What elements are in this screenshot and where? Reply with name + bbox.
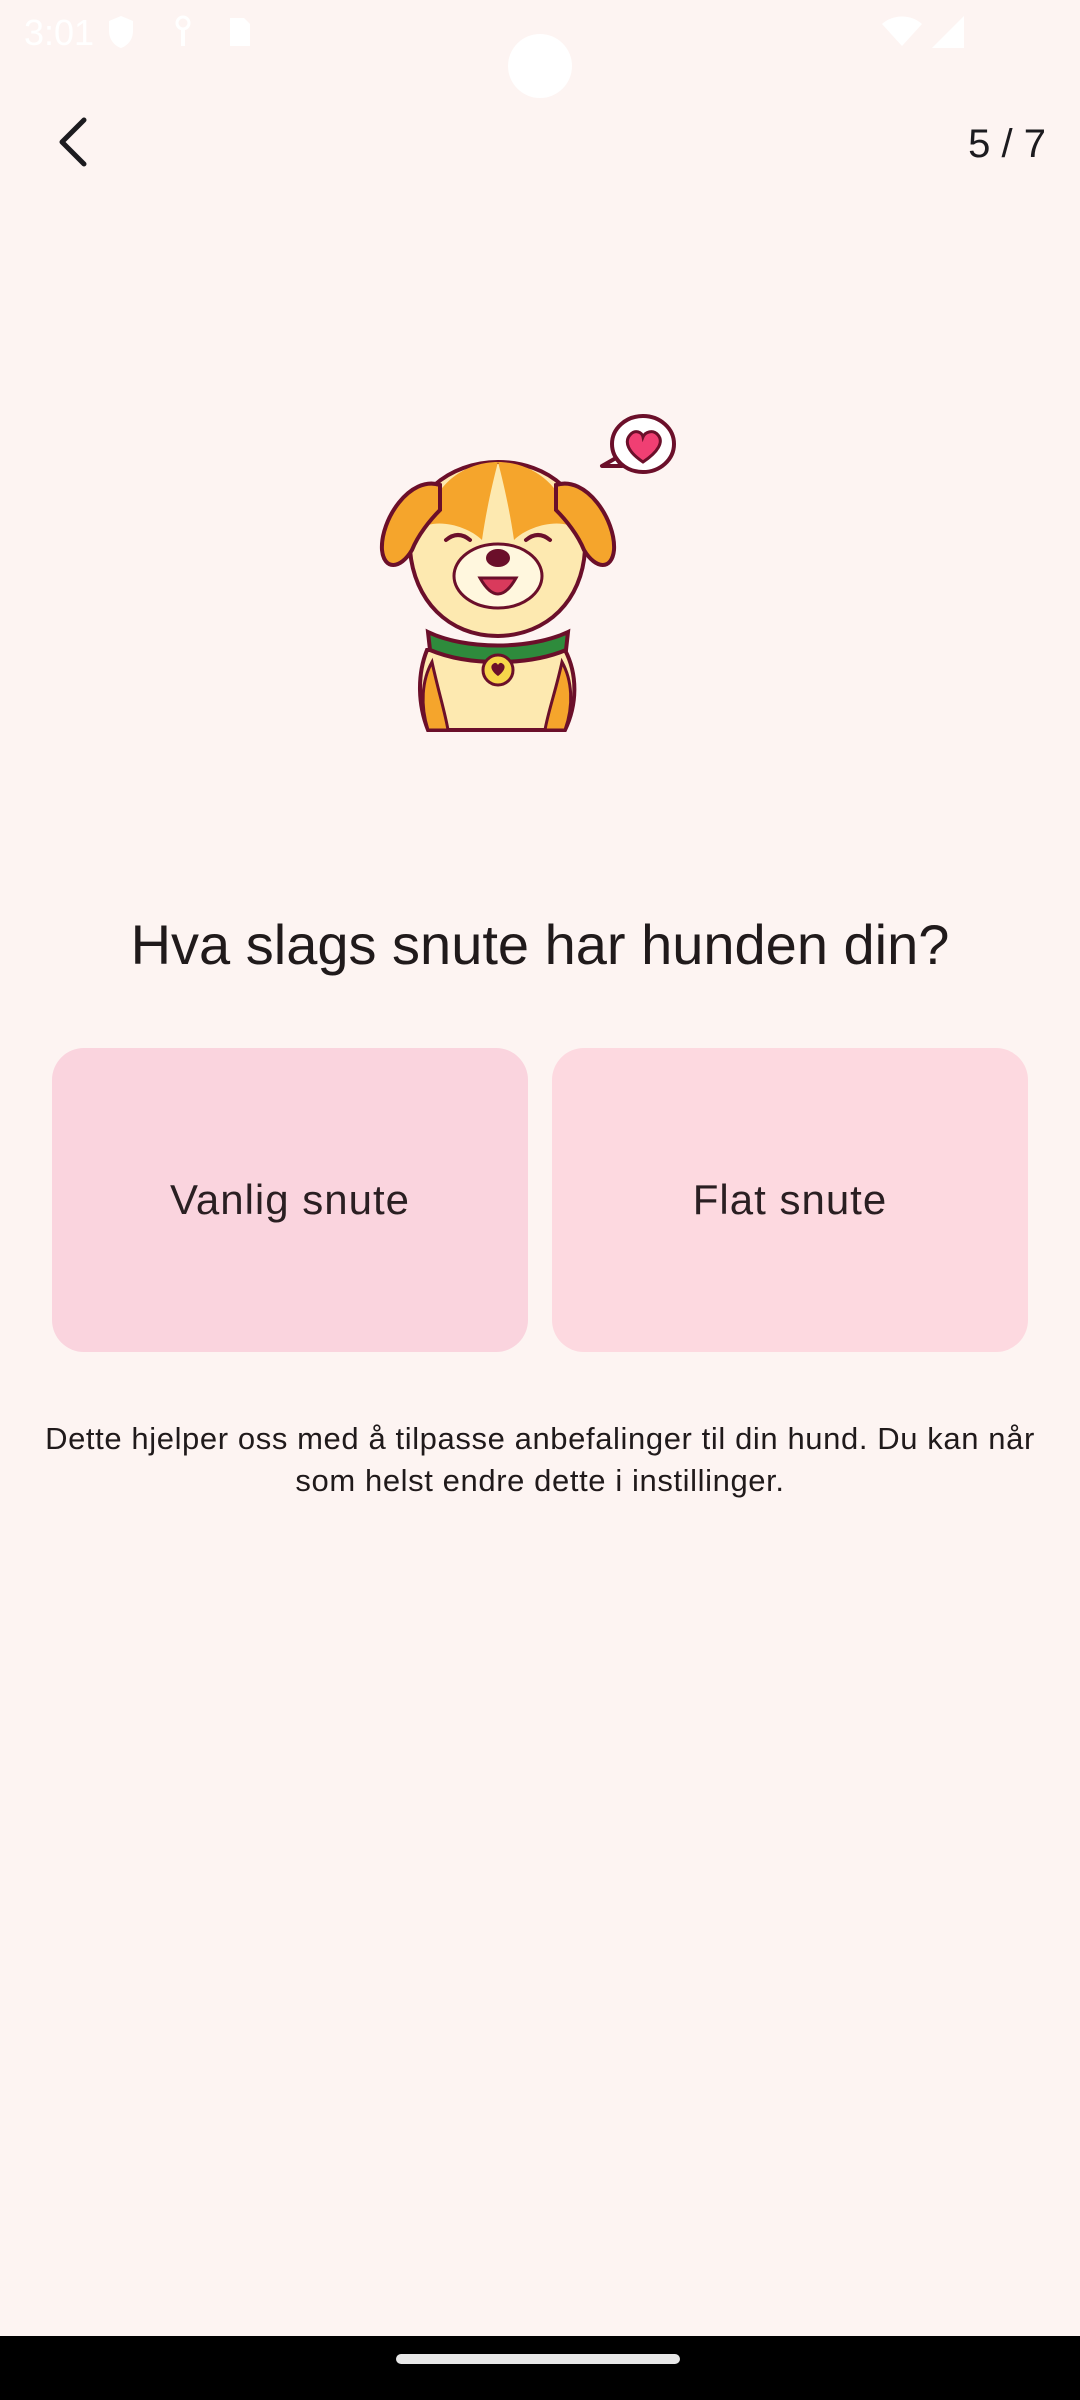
heart-bubble-icon — [600, 414, 676, 474]
navigation-bar — [0, 2336, 1080, 2400]
status-time: 3:01 — [24, 12, 95, 53]
option-label: Vanlig snute — [169, 1176, 411, 1223]
camera-cutout — [508, 34, 572, 98]
sim-card-icon — [230, 18, 250, 46]
question-title: Hva slags snute har hunden din? — [130, 913, 950, 976]
wifi-icon — [882, 16, 922, 46]
option-label: Flat snute — [692, 1176, 888, 1223]
chevron-left-icon — [59, 117, 87, 167]
step-counter: 5 / 7 — [968, 122, 1046, 166]
signal-icon — [932, 16, 964, 48]
option-normal-snout-button[interactable]: Vanlig snute — [52, 1048, 528, 1352]
shield-icon — [109, 16, 133, 48]
dog-with-heart-icon — [379, 414, 676, 732]
status-bar: 3:01 — [0, 0, 1080, 98]
vpn-key-icon — [175, 15, 191, 46]
help-text: Dette hjelper oss med å tilpasse anbefal… — [45, 1421, 1035, 1498]
home-handle[interactable] — [396, 2354, 680, 2364]
snout-options: Vanlig snute Flat snute — [52, 1048, 1028, 1352]
back-button[interactable] — [44, 110, 108, 174]
option-flat-snout-button[interactable]: Flat snute — [552, 1048, 1028, 1352]
